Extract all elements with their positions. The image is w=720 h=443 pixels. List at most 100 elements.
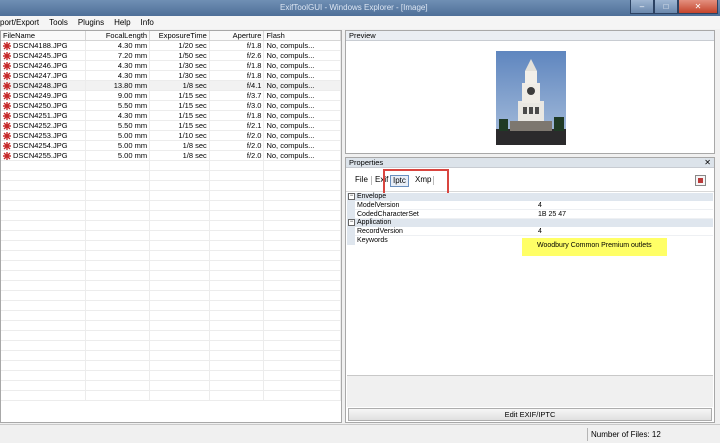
property-row-keywords[interactable]: Keywords Woodbury Common Premium outlets <box>347 236 713 256</box>
maximize-button[interactable]: □ <box>654 0 678 14</box>
empty-cell <box>1 231 87 240</box>
section-application[interactable]: − Application <box>347 219 713 227</box>
filename-text: DSCN4249.JPG <box>13 91 68 100</box>
cell-aperture: f/2.0 <box>210 131 265 140</box>
table-row[interactable]: DSCN4246.JPG 4.30 mm 1/30 sec f/1.8 No, comp… <box>1 61 341 71</box>
property-row[interactable]: RecordVersion 4 <box>347 227 713 236</box>
empty-cell <box>210 291 265 300</box>
empty-cell <box>150 271 210 280</box>
empty-cell <box>86 311 151 320</box>
empty-cell <box>264 331 341 340</box>
empty-cell <box>210 261 265 270</box>
empty-cell <box>210 211 265 220</box>
menu-item-export[interactable]: port/Export <box>0 18 44 27</box>
filename-text: DSCN4252.JPG <box>13 121 68 130</box>
menu-item-plugins[interactable]: Plugins <box>73 18 109 27</box>
empty-cell <box>210 281 265 290</box>
empty-cell <box>86 161 151 170</box>
table-row[interactable]: DSCN4254.JPG 5.00 mm 1/8 sec f/2.0 No, compu… <box>1 141 341 151</box>
cell-exposuretime: 1/20 sec <box>150 41 210 50</box>
column-header-focallength[interactable]: FocalLength <box>86 31 151 40</box>
menu-bar: port/Export Tools Plugins Help Info <box>0 16 720 29</box>
column-header-aperture[interactable]: Aperture <box>210 31 265 40</box>
image-file-icon <box>3 61 11 70</box>
cell-flash: No, compuls... <box>264 71 341 80</box>
image-file-icon <box>3 111 11 120</box>
column-header-exposuretime[interactable]: ExposureTime <box>150 31 210 40</box>
table-row[interactable]: DSCN4188.JPG 4.30 mm 1/20 sec f/1.8 No, comp… <box>1 41 341 51</box>
empty-cell <box>264 371 341 380</box>
table-row[interactable]: DSCN4247.JPG 4.30 mm 1/30 sec f/1.8 No, comp… <box>1 71 341 81</box>
file-list-rows: DSCN4188.JPG 4.30 mm 1/20 sec f/1.8 No, comp… <box>1 41 341 401</box>
cell-filename: DSCN4246.JPG <box>1 61 87 70</box>
tab-file[interactable]: File <box>353 175 370 185</box>
close-button[interactable]: ✕ <box>678 0 718 14</box>
filename-text: DSCN4253.JPG <box>13 131 68 140</box>
cell-focallength: 7.20 mm <box>86 51 151 60</box>
table-row[interactable]: DSCN4250.JPG 5.50 mm 1/15 sec f/3.0 No, comp… <box>1 101 341 111</box>
cell-focallength: 5.00 mm <box>86 141 151 150</box>
empty-cell <box>1 391 87 400</box>
table-row[interactable]: DSCN4248.JPG 13.80 mm 1/8 sec f/4.1 No, comp… <box>1 81 341 91</box>
cell-flash: No, compuls... <box>264 121 341 130</box>
empty-cell <box>86 251 151 260</box>
row-gutter <box>347 236 355 245</box>
empty-row <box>1 261 341 271</box>
table-row[interactable]: DSCN4251.JPG 4.30 mm 1/15 sec f/1.8 No, comp… <box>1 111 341 121</box>
empty-cell <box>264 171 341 180</box>
empty-cell <box>150 351 210 360</box>
table-row[interactable]: DSCN4253.JPG 5.00 mm 1/10 sec f/2.0 No, comp… <box>1 131 341 141</box>
empty-cell <box>210 231 265 240</box>
column-header-flash[interactable]: Flash <box>264 31 341 40</box>
cell-focallength: 13.80 mm <box>86 81 151 90</box>
cell-aperture: f/3.7 <box>210 91 265 100</box>
menu-item-info[interactable]: Info <box>136 18 159 27</box>
property-row[interactable]: ModelVersion 4 <box>347 201 713 210</box>
table-row[interactable]: DSCN4255.JPG 5.00 mm 1/8 sec f/2.0 No, compu… <box>1 151 341 161</box>
empty-cell <box>86 241 151 250</box>
close-icon[interactable]: ✕ <box>704 158 711 168</box>
empty-cell <box>1 311 87 320</box>
empty-cell <box>264 321 341 330</box>
table-row[interactable]: DSCN4252.JPG 5.50 mm 1/15 sec f/2.1 No, comp… <box>1 121 341 131</box>
menu-item-tools[interactable]: Tools <box>44 18 73 27</box>
cell-flash: No, compuls... <box>264 131 341 140</box>
property-key: CodedCharacterSet <box>357 211 419 218</box>
minimize-button[interactable]: – <box>630 0 654 14</box>
empty-cell <box>1 291 87 300</box>
empty-cell <box>1 271 87 280</box>
column-header-filename[interactable]: FileName <box>1 31 87 40</box>
empty-cell <box>264 211 341 220</box>
empty-cell <box>264 181 341 190</box>
empty-cell <box>264 391 341 400</box>
image-file-icon <box>3 71 11 80</box>
empty-cell <box>86 231 151 240</box>
cell-aperture: f/2.0 <box>210 141 265 150</box>
empty-row <box>1 311 341 321</box>
description-area <box>347 375 713 407</box>
collapse-icon[interactable]: − <box>348 219 355 226</box>
cell-filename: DSCN4247.JPG <box>1 71 87 80</box>
file-list[interactable]: FileName FocalLength ExposureTime Apertu… <box>0 30 342 423</box>
empty-cell <box>210 371 265 380</box>
empty-cell <box>1 371 87 380</box>
menu-item-help[interactable]: Help <box>109 18 135 27</box>
collapse-icon[interactable]: − <box>348 193 355 200</box>
table-row[interactable]: DSCN4245.JPG 7.20 mm 1/50 sec f/2.6 No, comp… <box>1 51 341 61</box>
empty-cell <box>86 221 151 230</box>
empty-row <box>1 221 341 231</box>
cell-exposuretime: 1/15 sec <box>150 111 210 120</box>
empty-cell <box>1 301 87 310</box>
properties-tool-button[interactable] <box>695 175 706 186</box>
property-row[interactable]: CodedCharacterSet 1B 25 47 <box>347 210 713 219</box>
section-envelope[interactable]: − Envelope <box>347 193 713 201</box>
empty-cell <box>1 161 87 170</box>
empty-cell <box>264 201 341 210</box>
edit-exif-iptc-button[interactable]: Edit EXIF/IPTC <box>348 408 712 421</box>
table-row[interactable]: DSCN4249.JPG 9.00 mm 1/15 sec f/3.7 No, comp… <box>1 91 341 101</box>
cell-filename: DSCN4250.JPG <box>1 101 87 110</box>
empty-cell <box>210 351 265 360</box>
properties-panel: Properties ✕ File Exif Iptc Xmp − Envelo… <box>345 157 715 423</box>
empty-cell <box>1 221 87 230</box>
empty-cell <box>150 211 210 220</box>
